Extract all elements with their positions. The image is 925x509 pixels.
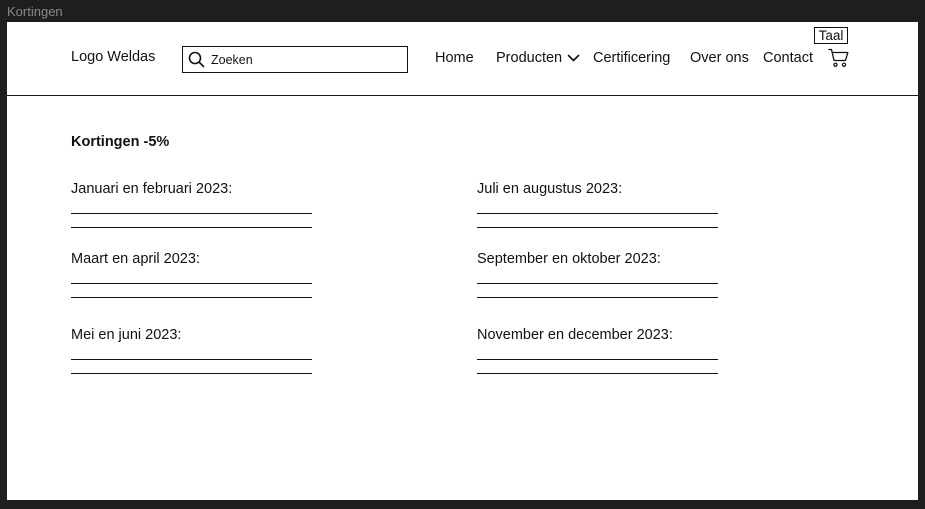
cart-icon[interactable]: [828, 48, 849, 68]
period-label: September en oktober 2023:: [477, 251, 661, 267]
page-frame: Logo Weldas Home Producten Certificering…: [7, 22, 918, 500]
input-line[interactable]: [477, 213, 718, 214]
input-line[interactable]: [477, 297, 718, 298]
chevron-down-icon[interactable]: [567, 53, 580, 63]
input-line[interactable]: [71, 213, 312, 214]
period-label: Mei en juni 2023:: [71, 327, 182, 343]
discount-period: September en oktober 2023:: [477, 251, 719, 298]
discount-period: Maart en april 2023:: [71, 251, 313, 298]
site-header: Logo Weldas Home Producten Certificering…: [7, 22, 918, 96]
input-line[interactable]: [71, 373, 312, 374]
search-icon[interactable]: [188, 51, 205, 68]
discount-period: Mei en juni 2023:: [71, 327, 313, 374]
nav-producten[interactable]: Producten: [496, 50, 562, 66]
nav-home[interactable]: Home: [435, 50, 474, 66]
period-label: Juli en augustus 2023:: [477, 181, 623, 197]
nav-contact[interactable]: Contact: [763, 50, 813, 66]
input-line[interactable]: [477, 359, 718, 360]
input-line[interactable]: [477, 283, 718, 284]
discount-period: Juli en augustus 2023:: [477, 181, 719, 228]
frame-title: Kortingen: [7, 4, 63, 19]
input-line[interactable]: [71, 297, 312, 298]
period-label: Maart en april 2023:: [71, 251, 200, 267]
discount-period: November en december 2023:: [477, 327, 719, 374]
search-bar[interactable]: [182, 46, 408, 73]
discount-period: Januari en februari 2023:: [71, 181, 313, 228]
language-selector[interactable]: Taal: [814, 27, 848, 44]
input-line[interactable]: [71, 283, 312, 284]
input-line[interactable]: [477, 227, 718, 228]
nav-certificering[interactable]: Certificering: [593, 50, 670, 66]
search-input[interactable]: [211, 50, 401, 69]
logo[interactable]: Logo Weldas: [71, 49, 155, 65]
page-title: Kortingen -5%: [71, 134, 170, 150]
input-line[interactable]: [71, 359, 312, 360]
nav-over-ons[interactable]: Over ons: [690, 50, 749, 66]
input-line[interactable]: [71, 227, 312, 228]
period-label: November en december 2023:: [477, 327, 673, 343]
period-label: Januari en februari 2023:: [71, 181, 233, 197]
input-line[interactable]: [477, 373, 718, 374]
